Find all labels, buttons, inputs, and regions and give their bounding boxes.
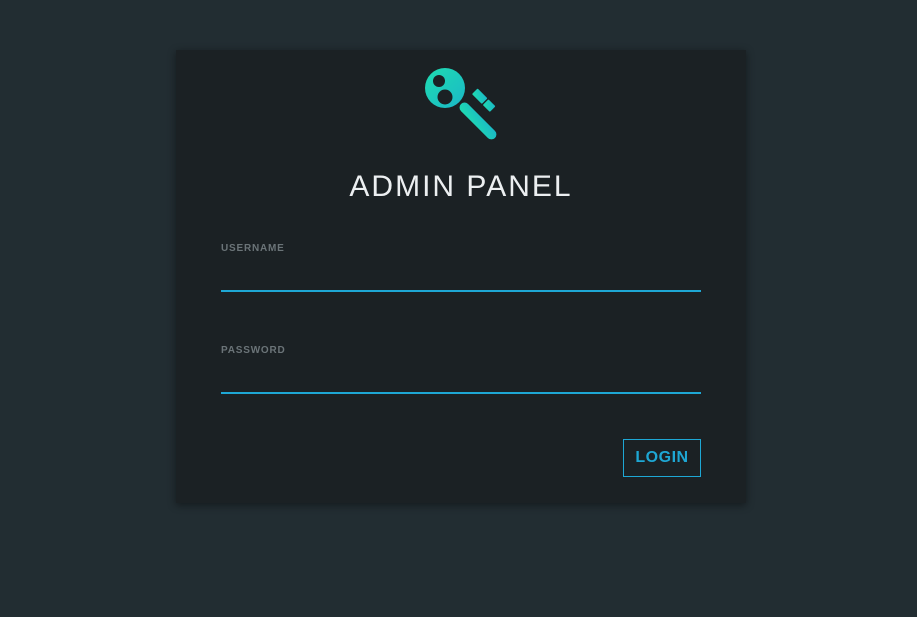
password-input[interactable]: [221, 362, 701, 394]
page-title: ADMIN PANEL: [349, 170, 573, 203]
logo: [176, 64, 746, 140]
login-button[interactable]: LOGIN: [623, 439, 701, 477]
username-field-group: USERNAME: [221, 243, 701, 292]
username-input[interactable]: [221, 260, 701, 292]
login-card: ADMIN PANEL USERNAME PASSWORD LOGIN: [176, 50, 746, 503]
username-label: USERNAME: [221, 243, 285, 254]
password-field-group: PASSWORD: [221, 345, 701, 394]
key-icon: [425, 68, 497, 140]
password-label: PASSWORD: [221, 345, 286, 356]
